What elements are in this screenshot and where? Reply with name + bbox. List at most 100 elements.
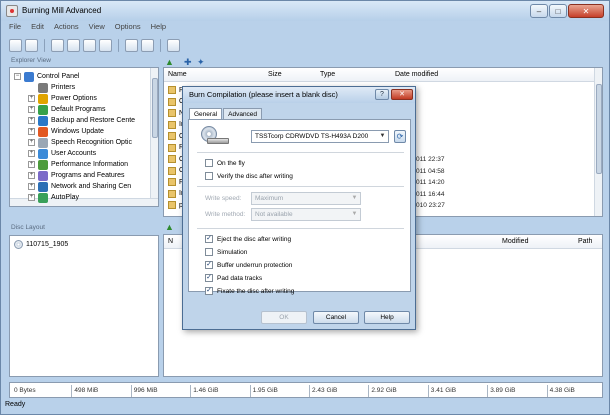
- col-modified[interactable]: Modified: [502, 238, 528, 245]
- up-folder-icon[interactable]: ▲: [165, 57, 174, 67]
- control-panel-item-icon: [38, 126, 48, 137]
- help-button[interactable]: Help: [364, 311, 410, 324]
- file-date: 011 04:58: [416, 167, 445, 175]
- eject-checkbox[interactable]: ✓ Eject the disc after writing: [205, 234, 291, 244]
- expander-icon[interactable]: +: [28, 106, 35, 113]
- control-panel-item-icon: [38, 159, 48, 170]
- expander-icon[interactable]: +: [28, 128, 35, 135]
- simulation-checkbox[interactable]: Simulation: [205, 247, 247, 257]
- tree-item[interactable]: + Default Programs: [28, 104, 105, 115]
- optical-drive-icon: [207, 138, 229, 144]
- buffer-underrun-checkbox[interactable]: ✓ Buffer underrun protection: [205, 260, 292, 270]
- size-tick-label: 1.95 GiB: [249, 385, 278, 397]
- expander-icon[interactable]: −: [14, 73, 21, 80]
- file-icon: [168, 143, 176, 152]
- expander-icon[interactable]: +: [28, 150, 35, 157]
- dialog-title: Burn Compilation (please insert a blank …: [189, 90, 338, 99]
- exit-icon[interactable]: [167, 38, 180, 52]
- burn-icon[interactable]: [67, 38, 80, 52]
- dialog-help-button[interactable]: ?: [375, 89, 389, 100]
- tree-item[interactable]: + Backup and Restore Cente: [28, 115, 135, 126]
- checkbox[interactable]: ✓: [205, 287, 213, 295]
- menu-bar: File Edit Actions View Options Help: [9, 22, 166, 34]
- expander-icon[interactable]: +: [28, 95, 35, 102]
- expander-icon[interactable]: +: [28, 194, 35, 201]
- monitor-icon[interactable]: [141, 38, 154, 52]
- tree-item[interactable]: + Programs and Features: [28, 170, 125, 181]
- tree-item[interactable]: − Control Panel: [14, 71, 79, 82]
- checkbox[interactable]: ✓: [205, 235, 213, 243]
- control-panel-item-icon: [38, 137, 48, 148]
- checkbox[interactable]: [205, 172, 213, 180]
- verify-checkbox[interactable]: Verify the disc after writing: [205, 171, 293, 181]
- checkbox[interactable]: [205, 159, 213, 167]
- file-icon: [168, 97, 176, 106]
- ok-button[interactable]: OK: [261, 311, 307, 324]
- tree-item[interactable]: Printers: [28, 82, 75, 93]
- size-tick-label: 0 Bytes: [14, 387, 36, 394]
- refresh-drives-button[interactable]: ⟳: [394, 130, 406, 143]
- menu-options[interactable]: Options: [115, 22, 141, 34]
- expander-icon[interactable]: +: [28, 161, 35, 168]
- menu-actions[interactable]: Actions: [54, 22, 79, 34]
- fixate-checkbox[interactable]: ✓ Fixate the disc after writing: [205, 286, 294, 296]
- write-method-select[interactable]: Not available ▼: [251, 208, 361, 221]
- col-name[interactable]: Name: [168, 71, 187, 78]
- size-tick-label: 498 MiB: [71, 385, 98, 397]
- tree-item[interactable]: + AutoPlay: [28, 192, 79, 203]
- size-tick-label: 4.38 GiB: [546, 385, 575, 397]
- menu-help[interactable]: Help: [151, 22, 166, 34]
- col-type[interactable]: Type: [320, 71, 335, 78]
- burn-compilation-dialog: Burn Compilation (please insert a blank …: [182, 86, 416, 330]
- toolbar-separator: [44, 38, 45, 52]
- disc-item[interactable]: 110715_1905: [14, 240, 68, 249]
- new-icon[interactable]: [9, 38, 22, 52]
- tree-item[interactable]: + Power Options: [28, 93, 97, 104]
- maximize-button[interactable]: □: [549, 4, 567, 18]
- tree-item[interactable]: + Network and Sharing Cen: [28, 181, 131, 192]
- write-method-value: Not available: [255, 211, 293, 218]
- col-date[interactable]: Date modified: [395, 71, 438, 78]
- col-name[interactable]: N: [168, 238, 173, 245]
- write-speed-select[interactable]: Maximum ▼: [251, 192, 361, 205]
- menu-edit[interactable]: Edit: [31, 22, 44, 34]
- col-size[interactable]: Size: [268, 71, 282, 78]
- menu-file[interactable]: File: [9, 22, 21, 34]
- up-folder-icon[interactable]: ▲: [165, 222, 174, 232]
- tree-item[interactable]: + Speech Recognition Optic: [28, 137, 132, 148]
- tree-item[interactable]: + User Accounts: [28, 148, 96, 159]
- col-path[interactable]: Path: [578, 238, 592, 245]
- expander-icon[interactable]: +: [28, 117, 35, 124]
- dialog-close-button[interactable]: ✕: [391, 89, 413, 100]
- menu-view[interactable]: View: [89, 22, 105, 34]
- tree-scrollbar[interactable]: [150, 68, 158, 206]
- checkbox-label: On the fly: [217, 159, 245, 167]
- file-icon: [168, 189, 176, 198]
- drive-select[interactable]: TSSTcorp CDRWDVD TS-H493A D200 ▼: [251, 130, 389, 143]
- cancel-button[interactable]: Cancel: [313, 311, 359, 324]
- control-panel-item-icon: [38, 115, 48, 126]
- pad-tracks-checkbox[interactable]: ✓ Pad data tracks: [205, 273, 262, 283]
- disc-layout-tree[interactable]: 110715_1905: [9, 235, 159, 377]
- minimize-button[interactable]: –: [530, 4, 548, 18]
- size-tick-label: 3.89 GiB: [487, 385, 515, 397]
- on-the-fly-checkbox[interactable]: On the fly: [205, 158, 245, 168]
- close-button[interactable]: ✕: [568, 4, 604, 18]
- disc-item-label: 110715_1905: [26, 241, 69, 248]
- erase-icon[interactable]: [83, 38, 96, 52]
- expander-icon[interactable]: +: [28, 172, 35, 179]
- tools-icon[interactable]: [125, 38, 138, 52]
- tree-item[interactable]: + Windows Update: [28, 126, 104, 137]
- expander-icon[interactable]: +: [28, 183, 35, 190]
- expander-icon[interactable]: +: [28, 139, 35, 146]
- burning-mill-icon: [6, 5, 18, 17]
- open-icon[interactable]: [25, 38, 38, 52]
- checkbox[interactable]: [205, 248, 213, 256]
- tree-item[interactable]: + Performance Information: [28, 159, 128, 170]
- checkbox[interactable]: ✓: [205, 274, 213, 282]
- back-icon[interactable]: [51, 38, 64, 52]
- explorer-tree[interactable]: − Control Panel Printers + Power Options + Def…: [9, 67, 159, 207]
- checkbox[interactable]: ✓: [205, 261, 213, 269]
- file-list-scrollbar[interactable]: [594, 68, 602, 216]
- stop-icon[interactable]: [99, 38, 112, 52]
